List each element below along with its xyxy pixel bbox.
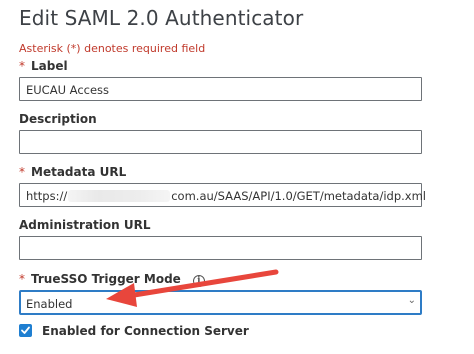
truesso-selected-value: Enabled: [26, 297, 73, 311]
required-star: *: [19, 165, 25, 179]
chevron-down-icon: ⌄: [407, 295, 416, 306]
enabled-for-connection-server-label: Enabled for Connection Server: [42, 324, 249, 338]
administration-url-input[interactable]: [19, 236, 422, 260]
info-icon[interactable]: i: [192, 275, 205, 287]
metadata-url-value: https://com.au/SAAS/API/1.0/GET/metadata…: [26, 189, 426, 203]
required-field-note: Asterisk (*) denotes required field: [19, 42, 206, 55]
metadata-url-field-label: * Metadata URL: [19, 165, 127, 179]
truesso-trigger-mode-label: * TrueSSO Trigger Mode i: [19, 272, 205, 287]
page-title: Edit SAML 2.0 Authenticator: [19, 6, 304, 30]
label-input-value: EUCAU Access: [26, 83, 110, 97]
enabled-for-connection-server-checkbox[interactable]: [19, 324, 32, 337]
truesso-trigger-mode-select[interactable]: Enabled ⌄: [19, 290, 422, 315]
metadata-url-input[interactable]: https://com.au/SAAS/API/1.0/GET/metadata…: [19, 183, 426, 207]
redacted-blur: [68, 190, 171, 202]
administration-url-field-label: Administration URL: [19, 218, 151, 232]
description-field-label: Description: [19, 112, 97, 126]
label-field-label: * Label: [19, 59, 68, 73]
required-star: *: [19, 59, 25, 73]
description-input[interactable]: [19, 130, 422, 154]
required-star: *: [19, 272, 25, 286]
checkmark-icon: [21, 326, 30, 334]
label-input[interactable]: EUCAU Access: [19, 77, 422, 101]
